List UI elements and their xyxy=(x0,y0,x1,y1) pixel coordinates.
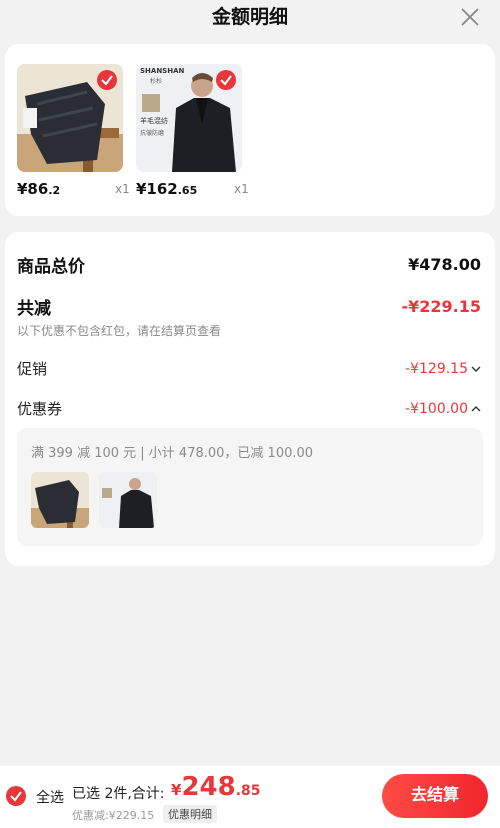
check-circle-icon[interactable] xyxy=(97,70,117,90)
chevron-down-icon[interactable] xyxy=(471,365,481,373)
product-qty: x1 xyxy=(115,182,130,196)
total-amount: ¥248.85 xyxy=(171,772,261,802)
tag-wool: 羊毛混纺 xyxy=(140,117,168,125)
page-title: 金额明细 xyxy=(211,6,288,28)
coupon-value-group[interactable]: -¥100.00 xyxy=(405,401,481,417)
chevron-up-icon[interactable] xyxy=(471,405,481,413)
saved-amount: 优惠减:¥229.15 xyxy=(72,809,155,822)
selected-summary: 已选 2件,合计: xyxy=(72,786,165,802)
brand-cn-label: 杉杉 xyxy=(150,78,163,85)
discount-label: 共减 xyxy=(17,299,51,319)
product-image-jeans xyxy=(17,64,123,172)
promo-value-group[interactable]: -¥129.15 xyxy=(405,361,481,377)
products-card: ¥86.2 x1 SHANSHAN 杉杉 羊毛混纺 抗皱防磨 ¥162.65 x… xyxy=(5,44,495,216)
coupon-value: -¥100.00 xyxy=(405,400,468,417)
check-circle-icon[interactable] xyxy=(216,70,236,90)
select-all-check-icon[interactable] xyxy=(6,786,26,806)
promo-row[interactable]: 促销 -¥129.15 xyxy=(17,358,481,379)
discount-detail-chip[interactable]: 优惠明细 xyxy=(163,805,217,823)
coupon-detail-box: 满 399 减 100 元 | 小计 478.00，已减 100.00 xyxy=(17,428,483,546)
discount-row: 共减 -¥229.15 xyxy=(17,294,481,319)
coupon-label: 优惠券 xyxy=(17,400,63,418)
summary-card: 商品总价 ¥478.00 共减 -¥229.15 以下优惠不包含红包，请在结算页… xyxy=(5,232,495,566)
close-icon[interactable] xyxy=(458,5,482,29)
product-item-jeans[interactable]: ¥86.2 x1 xyxy=(17,64,130,198)
select-all-label[interactable]: 全选 xyxy=(36,787,64,807)
tag-antiwrinkle: 抗皱防磨 xyxy=(140,130,165,137)
product-image-suit: SHANSHAN 杉杉 羊毛混纺 抗皱防磨 xyxy=(136,64,242,172)
coupon-description: 满 399 减 100 元 | 小计 478.00，已减 100.00 xyxy=(31,446,314,461)
total-price-row: 商品总价 ¥478.00 xyxy=(17,252,481,277)
coupon-product-suit xyxy=(99,472,157,528)
promo-value: -¥129.15 xyxy=(405,360,468,377)
discount-value: -¥229.15 xyxy=(401,297,481,316)
header: 金额明细 xyxy=(0,0,500,36)
coupon-row[interactable]: 优惠券 -¥100.00 xyxy=(17,398,481,419)
coupon-product-jeans xyxy=(31,472,89,528)
discount-note: 以下优惠不包含红包，请在结算页查看 xyxy=(17,324,222,338)
checkout-bar: 全选 已选 2件,合计: ¥248.85 优惠减:¥229.15 优惠明细 去结… xyxy=(0,766,500,828)
checkout-button[interactable]: 去结算 xyxy=(382,774,488,818)
product-price: ¥162.65 xyxy=(136,180,198,198)
product-item-suit[interactable]: SHANSHAN 杉杉 羊毛混纺 抗皱防磨 ¥162.65 x1 xyxy=(136,64,249,198)
product-price: ¥86.2 xyxy=(17,180,61,198)
product-qty: x1 xyxy=(234,182,249,196)
total-price-value: ¥478.00 xyxy=(408,255,481,274)
brand-label: SHANSHAN xyxy=(140,67,185,75)
promo-label: 促销 xyxy=(17,360,48,378)
total-price-label: 商品总价 xyxy=(17,257,85,277)
